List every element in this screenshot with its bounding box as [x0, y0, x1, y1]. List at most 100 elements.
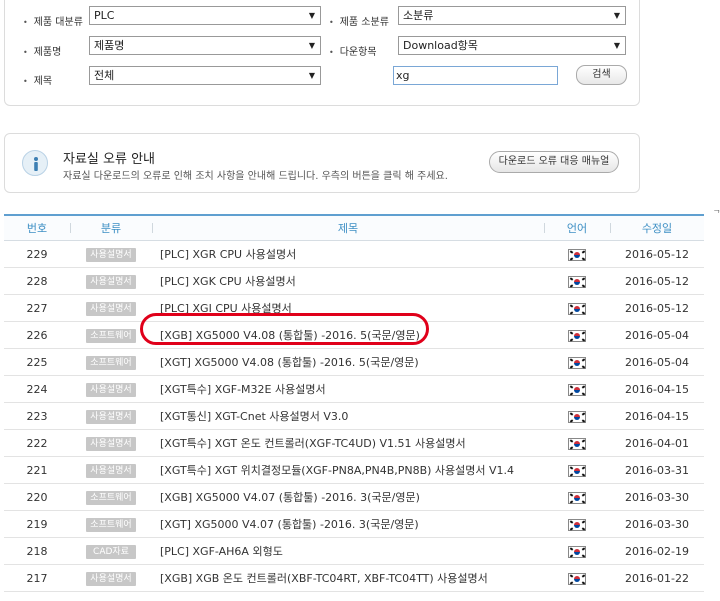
- category-badge: 사용설명서: [86, 274, 136, 289]
- row-number: 219: [4, 510, 70, 538]
- korean-flag-icon: [568, 491, 586, 504]
- row-title-link[interactable]: [XGT] XG5000 V4.07 (통합툴) -2016. 3(국문/영문): [152, 510, 544, 538]
- table-row[interactable]: 228 사용설명서 [PLC] XGK CPU 사용설명서 2016-05-12: [4, 267, 704, 295]
- category-badge: 사용설명서: [86, 409, 136, 424]
- korean-flag-icon: [568, 356, 586, 369]
- chevron-down-icon: ▼: [613, 11, 620, 20]
- row-title-link[interactable]: [XGB] XG5000 V4.08 (통합툴) -2016. 5(국문/영문): [152, 321, 544, 349]
- row-title-link[interactable]: [XGT통신] XGT-Cnet 사용설명서 V3.0: [152, 402, 544, 430]
- row-number: 220: [4, 483, 70, 511]
- row-language: [544, 348, 610, 376]
- table-row[interactable]: 219 소프트웨어 [XGT] XG5000 V4.07 (통합툴) -2016. …: [4, 510, 704, 538]
- row-category: 사용설명서: [70, 402, 152, 430]
- korean-flag-icon: [568, 437, 586, 450]
- header-category: 분류: [70, 214, 152, 241]
- error-manual-button[interactable]: 다운로드 오류 대응 매뉴얼: [489, 151, 619, 173]
- row-category: 사용설명서: [70, 240, 152, 268]
- row-category: 사용설명서: [70, 429, 152, 457]
- row-number: 226: [4, 321, 70, 349]
- korean-flag-icon: [568, 302, 586, 315]
- row-language: [544, 402, 610, 430]
- row-title-link[interactable]: [XGB] XGB 온도 컨트롤러(XBF-TC04RT, XBF-TC04TT…: [152, 564, 544, 592]
- row-language: [544, 456, 610, 484]
- product-label: 제품명: [23, 43, 62, 58]
- row-category: 소프트웨어: [70, 348, 152, 376]
- category-badge: 사용설명서: [86, 301, 136, 316]
- row-number: 221: [4, 456, 70, 484]
- row-number: 218: [4, 537, 70, 565]
- download-type-select[interactable]: Download항목 ▼: [398, 36, 626, 55]
- category-select[interactable]: PLC ▼: [89, 6, 321, 25]
- row-date: 2016-04-01: [610, 429, 704, 457]
- korean-flag-icon: [568, 248, 586, 261]
- title-scope-select[interactable]: 전체 ▼: [89, 66, 321, 85]
- korean-flag-icon: [568, 572, 586, 585]
- table-row[interactable]: 229 사용설명서 [PLC] XGR CPU 사용설명서 2016-05-12: [4, 240, 704, 268]
- row-title-link[interactable]: [XGT특수] XGF-M32E 사용설명서: [152, 375, 544, 403]
- row-category: 사용설명서: [70, 294, 152, 322]
- table-row[interactable]: 221 사용설명서 [XGT특수] XGT 위치결정모듈(XGF-PN8A,PN4B…: [4, 456, 704, 484]
- table-row[interactable]: 222 사용설명서 [XGT특수] XGT 온도 컨트롤러(XGF-TC4UD) V…: [4, 429, 704, 457]
- row-title-link[interactable]: [XGB] XG5000 V4.07 (통합툴) -2016. 3(국문/영문): [152, 483, 544, 511]
- row-language: [544, 483, 610, 511]
- row-date: 2016-05-12: [610, 267, 704, 295]
- korean-flag-icon: [568, 464, 586, 477]
- row-date: 2016-03-30: [610, 483, 704, 511]
- row-category: 소프트웨어: [70, 510, 152, 538]
- chevron-down-icon: ▼: [308, 41, 315, 50]
- row-category: 사용설명서: [70, 456, 152, 484]
- row-title-link[interactable]: [PLC] XGK CPU 사용설명서: [152, 267, 544, 295]
- row-language: [544, 537, 610, 565]
- category-badge: 사용설명서: [86, 463, 136, 478]
- subcategory-select[interactable]: 소분류 ▼: [398, 6, 626, 25]
- table-row[interactable]: 225 소프트웨어 [XGT] XG5000 V4.08 (통합툴) -2016. …: [4, 348, 704, 376]
- category-label: 제품 대분류: [23, 13, 83, 28]
- row-number: 227: [4, 294, 70, 322]
- row-number: 225: [4, 348, 70, 376]
- row-title-link[interactable]: [PLC] XGR CPU 사용설명서: [152, 240, 544, 268]
- row-date: 2016-05-04: [610, 321, 704, 349]
- row-number: 223: [4, 402, 70, 430]
- category-badge: 사용설명서: [86, 571, 136, 586]
- row-date: 2016-05-12: [610, 294, 704, 322]
- row-title-link[interactable]: [XGT특수] XGT 온도 컨트롤러(XGF-TC4UD) V1.51 사용설…: [152, 429, 544, 457]
- row-title-link[interactable]: [PLC] XGI CPU 사용설명서: [152, 294, 544, 322]
- row-date: 2016-04-15: [610, 402, 704, 430]
- row-date: 2016-04-15: [610, 375, 704, 403]
- table-row[interactable]: 223 사용설명서 [XGT통신] XGT-Cnet 사용설명서 V3.0 2016-…: [4, 402, 704, 430]
- row-language: [544, 375, 610, 403]
- row-title-link[interactable]: [XGT특수] XGT 위치결정모듈(XGF-PN8A,PN4B,PN8B) 사…: [152, 456, 544, 484]
- product-select[interactable]: 제품명 ▼: [89, 36, 321, 55]
- row-title-link[interactable]: [PLC] XGF-AH6A 외형도: [152, 537, 544, 565]
- row-language: [544, 240, 610, 268]
- table-row[interactable]: 220 소프트웨어 [XGB] XG5000 V4.07 (통합툴) -2016. …: [4, 483, 704, 511]
- chevron-down-icon: ▼: [613, 41, 620, 50]
- table-row[interactable]: 218 CAD자료 [PLC] XGF-AH6A 외형도 2016-02-19: [4, 537, 704, 565]
- keyword-input[interactable]: [393, 66, 558, 85]
- row-language: [544, 321, 610, 349]
- row-title-link[interactable]: [XGT] XG5000 V4.08 (통합툴) -2016. 5(국문/영문): [152, 348, 544, 376]
- row-category: CAD자료: [70, 537, 152, 565]
- table-row[interactable]: 217 사용설명서 [XGB] XGB 온도 컨트롤러(XBF-TC04RT, XB…: [4, 564, 704, 592]
- category-badge: 사용설명서: [86, 247, 136, 262]
- category-badge: CAD자료: [86, 544, 136, 559]
- category-badge: 사용설명서: [86, 436, 136, 451]
- row-date: 2016-05-04: [610, 348, 704, 376]
- korean-flag-icon: [568, 383, 586, 396]
- row-date: 2016-03-31: [610, 456, 704, 484]
- row-language: [544, 294, 610, 322]
- row-category: 소프트웨어: [70, 483, 152, 511]
- row-date: 2016-01-22: [610, 564, 704, 592]
- category-badge: 사용설명서: [86, 382, 136, 397]
- downloads-table: 번호 분류 제목 언어 수정일 229 사용설명서 [PLC] XGR CPU 사용…: [4, 214, 704, 592]
- category-badge: 소프트웨어: [86, 517, 136, 532]
- search-panel: 제품 대분류 PLC ▼ 제품 소분류 소분류 ▼ 제품명 제품명 ▼ 다운항목…: [4, 0, 640, 106]
- row-language: [544, 429, 610, 457]
- table-row[interactable]: 224 사용설명서 [XGT특수] XGF-M32E 사용설명서 2016-04-15: [4, 375, 704, 403]
- row-number: 217: [4, 564, 70, 592]
- search-button[interactable]: 검색: [576, 65, 627, 85]
- download-type-label: 다운항목: [329, 43, 377, 58]
- table-row[interactable]: 227 사용설명서 [PLC] XGI CPU 사용설명서 2016-05-12: [4, 294, 704, 322]
- table-row[interactable]: 226 소프트웨어 [XGB] XG5000 V4.08 (통합툴) -2016. …: [4, 321, 704, 349]
- subcategory-select-value: 소분류: [403, 9, 434, 22]
